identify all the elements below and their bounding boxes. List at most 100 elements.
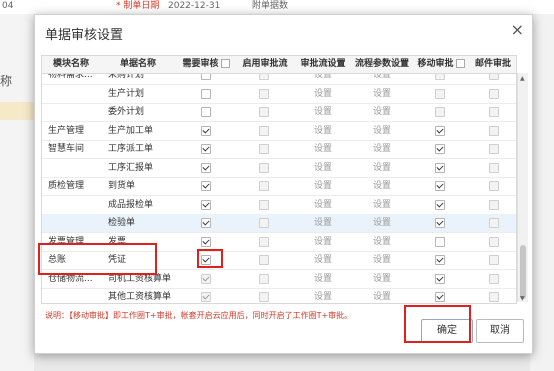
flow-setting-link[interactable]: 设置 <box>294 103 352 121</box>
table-row[interactable]: 其他工资核算单 设置 设置 <box>42 288 516 303</box>
enable-flow-checkbox[interactable] <box>259 88 269 99</box>
mobile-audit-checkbox[interactable] <box>435 74 445 80</box>
scroll-down-icon[interactable]: ▼ <box>520 295 525 302</box>
mobile-audit-checkbox[interactable] <box>435 218 445 228</box>
table-row[interactable]: 工序汇报单 设置 设置 <box>42 159 516 178</box>
select-all-audit-checkbox[interactable] <box>220 59 230 68</box>
param-setting-link[interactable]: 设置 <box>352 103 412 121</box>
param-setting-link[interactable]: 设置 <box>352 288 412 303</box>
mobile-audit-checkbox[interactable] <box>435 162 445 173</box>
need-audit-checkbox[interactable] <box>201 199 211 210</box>
module-name: 生产管理 <box>48 125 85 136</box>
flow-setting-link[interactable]: 设置 <box>294 233 352 251</box>
param-setting-link[interactable]: 设置 <box>352 196 412 214</box>
table-row[interactable]: 质检管理 到货单 设置 设置 <box>42 177 516 196</box>
param-setting-link[interactable]: 设置 <box>352 270 412 288</box>
mail-audit-checkbox[interactable] <box>489 292 499 302</box>
need-audit-checkbox[interactable] <box>201 162 211 173</box>
mobile-audit-checkbox[interactable] <box>435 236 445 247</box>
mail-audit-checkbox[interactable] <box>489 74 499 80</box>
flow-setting-link[interactable]: 设置 <box>294 85 352 103</box>
enable-flow-checkbox[interactable] <box>259 125 269 136</box>
table-row[interactable]: 生产管理 生产加工单 设置 设置 <box>42 122 516 141</box>
flow-setting-link[interactable]: 设置 <box>294 270 352 288</box>
need-audit-checkbox[interactable] <box>201 273 211 284</box>
header-param-setting: 流程参数设置 <box>354 59 409 69</box>
flow-setting-link[interactable]: 设置 <box>294 74 352 84</box>
select-all-mobile-checkbox[interactable] <box>455 59 465 68</box>
need-audit-checkbox[interactable] <box>201 74 211 80</box>
need-audit-checkbox[interactable] <box>201 236 211 247</box>
param-setting-link[interactable]: 设置 <box>352 140 412 158</box>
enable-flow-checkbox[interactable] <box>259 162 269 173</box>
mail-audit-checkbox[interactable] <box>489 107 499 117</box>
flow-setting-link[interactable]: 设置 <box>294 140 352 158</box>
need-audit-checkbox[interactable] <box>201 88 211 99</box>
need-audit-checkbox[interactable] <box>201 292 211 302</box>
enable-flow-checkbox[interactable] <box>259 218 269 228</box>
need-audit-checkbox[interactable] <box>201 218 211 228</box>
mail-audit-checkbox[interactable] <box>489 199 499 210</box>
scroll-thumb[interactable] <box>520 245 526 299</box>
background-header: 04 * 制单日期 2022-12-31 附单据数 <box>0 0 554 14</box>
flow-setting-link[interactable]: 设置 <box>294 288 352 303</box>
mail-audit-checkbox[interactable] <box>489 236 499 247</box>
need-audit-checkbox[interactable] <box>201 144 211 154</box>
table-row[interactable]: 委外计划 设置 设置 <box>42 103 516 122</box>
mail-audit-checkbox[interactable] <box>489 144 499 154</box>
enable-flow-checkbox[interactable] <box>259 292 269 302</box>
mail-audit-checkbox[interactable] <box>489 181 499 191</box>
need-audit-checkbox[interactable] <box>201 181 211 191</box>
mobile-audit-checkbox[interactable] <box>435 88 445 99</box>
mobile-audit-checkbox[interactable] <box>435 292 445 302</box>
enable-flow-checkbox[interactable] <box>259 181 269 191</box>
enable-flow-checkbox[interactable] <box>259 255 269 265</box>
param-setting-link[interactable]: 设置 <box>352 214 412 232</box>
mail-audit-checkbox[interactable] <box>489 162 499 173</box>
table-row[interactable]: 生产计划 设置 设置 <box>42 85 516 104</box>
enable-flow-checkbox[interactable] <box>259 74 269 80</box>
mail-audit-checkbox[interactable] <box>489 273 499 284</box>
table-row[interactable]: 智慧车间 工序派工单 设置 设置 <box>42 140 516 159</box>
enable-flow-checkbox[interactable] <box>259 144 269 154</box>
mobile-audit-checkbox[interactable] <box>435 199 445 210</box>
mobile-audit-checkbox[interactable] <box>435 107 445 117</box>
param-setting-link[interactable]: 设置 <box>352 159 412 177</box>
param-setting-link[interactable]: 设置 <box>352 74 412 84</box>
mail-audit-checkbox[interactable] <box>489 125 499 136</box>
flow-setting-link[interactable]: 设置 <box>294 122 352 140</box>
param-setting-link[interactable]: 设置 <box>352 251 412 269</box>
table-row[interactable]: 检验单 设置 设置 <box>42 214 516 233</box>
flow-setting-link[interactable]: 设置 <box>294 196 352 214</box>
enable-flow-checkbox[interactable] <box>259 236 269 247</box>
table-row[interactable]: 物料需求... 采购计划 设置 设置 <box>42 74 516 85</box>
mail-audit-checkbox[interactable] <box>489 88 499 99</box>
param-setting-link[interactable]: 设置 <box>352 233 412 251</box>
mobile-audit-checkbox[interactable] <box>435 144 445 154</box>
flow-setting-link[interactable]: 设置 <box>294 214 352 232</box>
cancel-button[interactable]: 取消 <box>476 319 524 343</box>
close-icon[interactable]: × <box>511 20 524 39</box>
enable-flow-checkbox[interactable] <box>259 273 269 284</box>
mobile-audit-checkbox[interactable] <box>435 255 445 265</box>
mail-audit-checkbox[interactable] <box>489 255 499 265</box>
header-need-audit[interactable]: 需要审核 <box>176 56 236 73</box>
mobile-audit-checkbox[interactable] <box>435 181 445 191</box>
param-setting-link[interactable]: 设置 <box>352 177 412 195</box>
enable-flow-checkbox[interactable] <box>259 199 269 210</box>
flow-setting-link[interactable]: 设置 <box>294 177 352 195</box>
table-row[interactable]: 成品报检单 设置 设置 <box>42 196 516 215</box>
enable-flow-checkbox[interactable] <box>259 107 269 117</box>
flow-setting-link[interactable]: 设置 <box>294 159 352 177</box>
vertical-scrollbar[interactable]: ▲ ▼ <box>517 73 528 302</box>
mobile-audit-checkbox[interactable] <box>435 125 445 136</box>
need-audit-checkbox[interactable] <box>201 125 211 136</box>
flow-setting-link[interactable]: 设置 <box>294 251 352 269</box>
header-mobile-audit[interactable]: 移动审批 <box>412 56 470 73</box>
mobile-audit-checkbox[interactable] <box>435 273 445 284</box>
need-audit-checkbox[interactable] <box>201 107 211 117</box>
param-setting-link[interactable]: 设置 <box>352 122 412 140</box>
mail-audit-checkbox[interactable] <box>489 218 499 228</box>
param-setting-link[interactable]: 设置 <box>352 85 412 103</box>
scroll-up-icon[interactable]: ▲ <box>520 75 525 82</box>
